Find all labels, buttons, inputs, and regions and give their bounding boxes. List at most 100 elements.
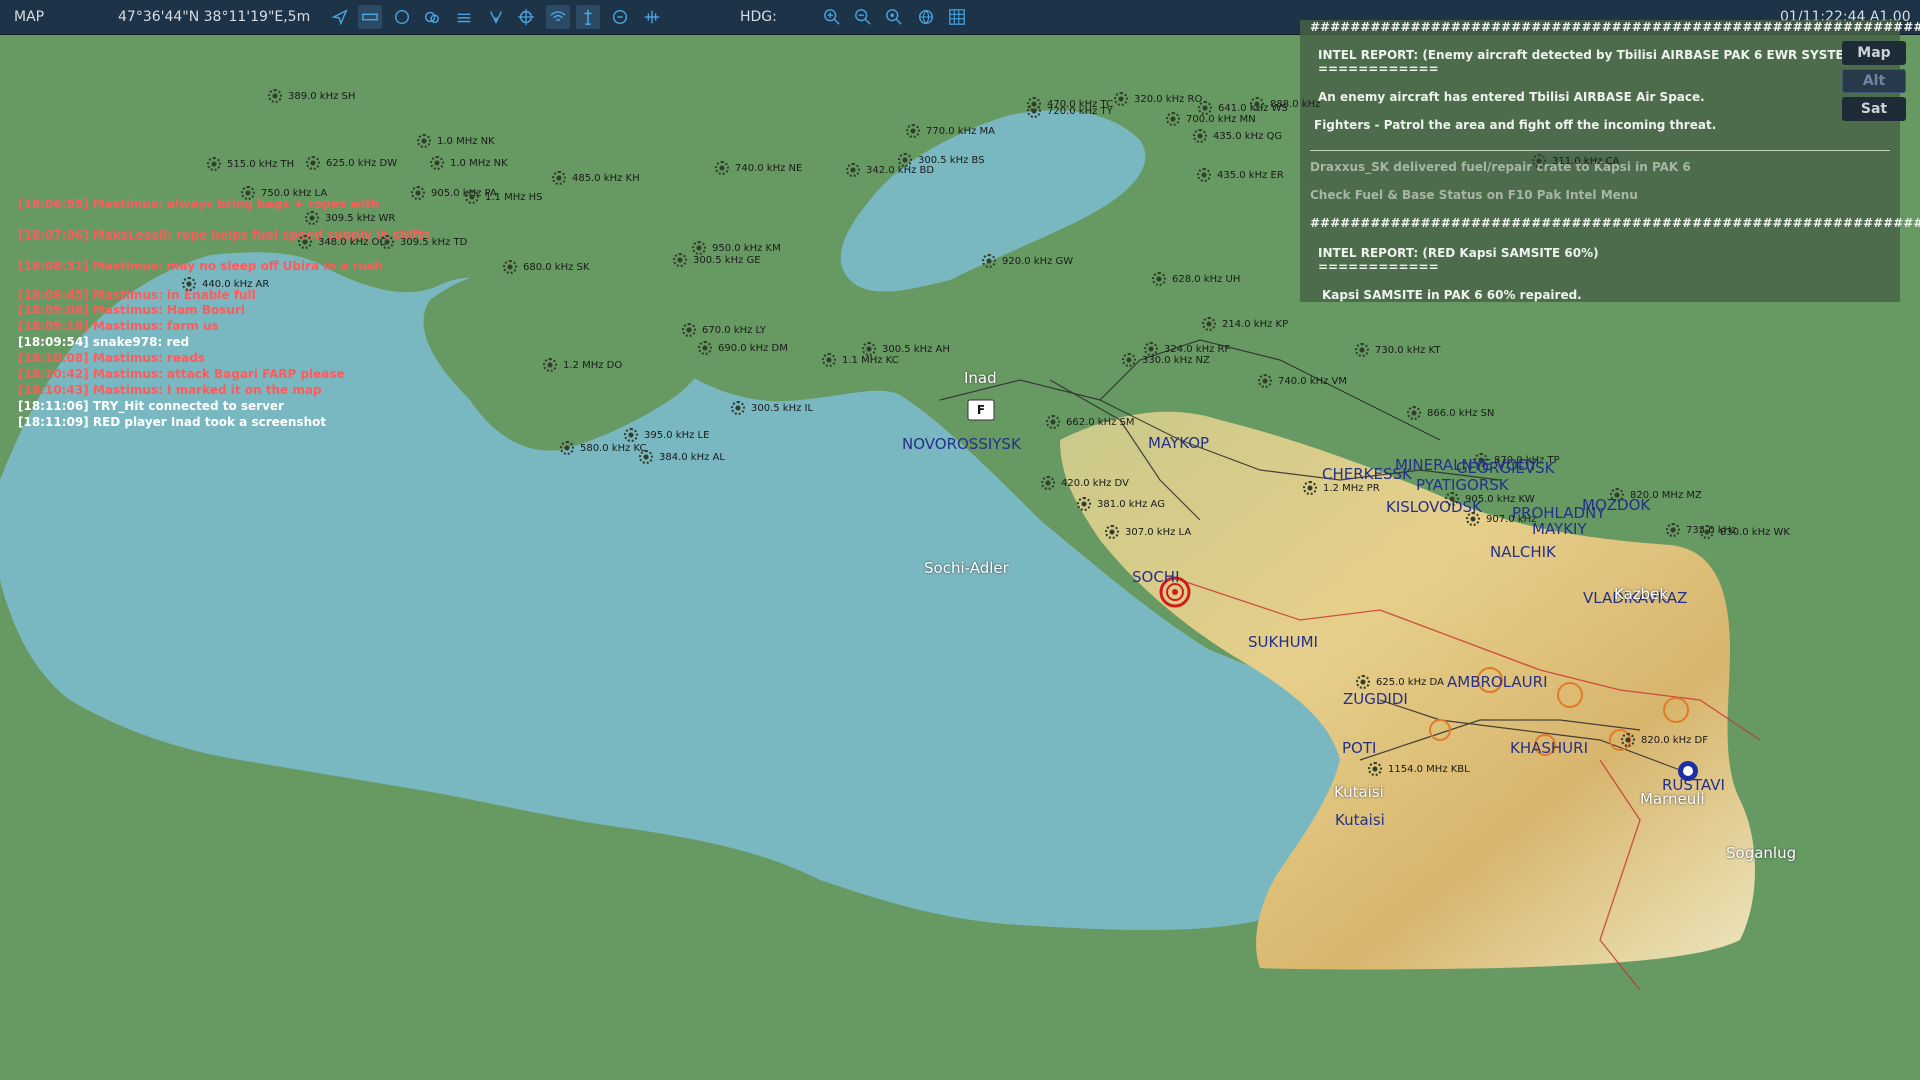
beacon[interactable]: 662.0 kHz SM <box>1046 415 1135 429</box>
beacon[interactable]: 820.0 kHz DF <box>1621 733 1708 747</box>
beacon-icon <box>1407 406 1421 420</box>
beacon[interactable]: 384.0 kHz AL <box>639 450 725 464</box>
beacon-icon <box>1621 733 1635 747</box>
beacon[interactable]: 770.0 kHz MA <box>906 124 995 138</box>
airfield-label[interactable]: Marneuli <box>1640 790 1705 808</box>
beacon[interactable]: 420.0 kHz DV <box>1041 476 1129 490</box>
globe-icon[interactable] <box>914 5 938 29</box>
beacon[interactable]: 381.0 kHz AG <box>1077 497 1165 511</box>
beacon-icon <box>1122 353 1136 367</box>
city-label: ZUGDIDI <box>1343 690 1408 708</box>
beacon[interactable]: 680.0 kHz SK <box>503 260 589 274</box>
circle-tool-icon[interactable] <box>390 5 414 29</box>
beacon-icon <box>380 235 394 249</box>
beacon-icon <box>1202 317 1216 331</box>
zoom-out-icon[interactable] <box>851 5 875 29</box>
beacon[interactable]: 320.0 kHz RO <box>1114 92 1202 106</box>
airfield-label[interactable]: Sochi-Adler <box>924 559 1009 577</box>
airfield-label[interactable]: Kutaisi <box>1334 783 1384 801</box>
airfield-label[interactable]: Soganlug <box>1726 844 1796 862</box>
beacon-icon <box>1258 374 1272 388</box>
grid-icon[interactable] <box>945 5 969 29</box>
beacon[interactable]: 515.0 kHz TH <box>207 157 294 171</box>
beacon[interactable]: 389.0 kHz SH <box>268 89 355 103</box>
beacon[interactable]: 866.0 kHz SN <box>1407 406 1494 420</box>
airfield-label[interactable]: Kazbek <box>1614 585 1668 603</box>
beacon[interactable]: 720.0 kHz TY <box>1027 104 1113 118</box>
beacon[interactable]: 628.0 kHz UH <box>1152 272 1240 286</box>
beacon[interactable]: 1.1 MHz HS <box>465 190 543 204</box>
beacon-icon <box>1114 92 1128 106</box>
beacon[interactable]: 300.5 kHz BS <box>898 153 985 167</box>
beacon-icon <box>639 450 653 464</box>
beacon[interactable]: 435.0 kHz QG <box>1193 129 1282 143</box>
beacon[interactable]: 740.0 kHz VM <box>1258 374 1347 388</box>
beacon-icon <box>1700 525 1714 539</box>
beacon[interactable]: 690.0 kHz DM <box>698 341 788 355</box>
beacon[interactable]: 300.5 kHz IL <box>731 401 813 415</box>
alt-view-button[interactable]: Alt <box>1842 69 1906 93</box>
network-icon[interactable] <box>484 5 508 29</box>
beacon[interactable]: 920.0 kHz GW <box>982 254 1073 268</box>
beacon[interactable]: 1.2 MHz PR <box>1303 481 1380 495</box>
beacon[interactable]: 580.0 kHz KC <box>560 441 647 455</box>
beacon[interactable]: 700.0 kHz MN <box>1166 112 1256 126</box>
crosshair-icon[interactable] <box>514 5 538 29</box>
beacon[interactable]: 1.1 MHz KC <box>822 353 899 367</box>
weather-icon[interactable] <box>420 5 444 29</box>
zoom-fit-icon[interactable] <box>882 5 906 29</box>
beacon[interactable]: 485.0 kHz KH <box>552 171 640 185</box>
beacon-icon <box>822 353 836 367</box>
beacon[interactable]: 670.0 kHz LY <box>682 323 766 337</box>
navigate-icon[interactable] <box>328 5 352 29</box>
city-label: GEORGIEVSK <box>1456 459 1555 477</box>
beacon[interactable]: 214.0 kHz KP <box>1202 317 1288 331</box>
beacon[interactable]: 395.0 kHz LE <box>624 428 709 442</box>
beacon[interactable]: 440.0 kHz AR <box>182 277 269 291</box>
beacon[interactable]: 1.0 MHz NK <box>417 134 495 148</box>
beacon[interactable]: 625.0 kHz DW <box>306 156 397 170</box>
beacon-icon <box>698 341 712 355</box>
sat-view-button[interactable]: Sat <box>1842 97 1906 121</box>
beacon[interactable]: 309.5 kHz TD <box>380 235 467 249</box>
beacon[interactable]: 311.0 kHz CA <box>1532 154 1619 168</box>
beacon[interactable]: 309.5 kHz WR <box>305 211 395 225</box>
farp-icon[interactable]: F <box>967 399 995 421</box>
city-label: MAYKOP <box>1148 434 1210 452</box>
beacon[interactable]: 307.0 kHz LA <box>1105 525 1191 539</box>
map-mode-label[interactable]: MAP <box>14 9 44 25</box>
beacon-icon <box>731 401 745 415</box>
beacon-icon <box>298 235 312 249</box>
beacon[interactable]: 1.2 MHz DO <box>543 358 622 372</box>
fog-icon[interactable] <box>452 5 476 29</box>
beacon-icon <box>1046 415 1060 429</box>
beacon[interactable]: 348.0 kHz OC <box>298 235 386 249</box>
beacon-icon <box>417 134 431 148</box>
beacon[interactable]: 888.0 kHz <box>1250 97 1320 111</box>
zoom-in-icon[interactable] <box>820 5 844 29</box>
map-view-button[interactable]: Map <box>1842 41 1906 65</box>
beacon-icon <box>715 161 729 175</box>
spectrum-icon[interactable] <box>640 5 664 29</box>
intel-divider <box>1310 150 1890 151</box>
beacon[interactable]: 300.5 kHz GE <box>673 253 761 267</box>
beacon-icon <box>1666 523 1680 537</box>
beacon[interactable]: 830.0 kHz WK <box>1700 525 1790 539</box>
chat-bubble-icon[interactable] <box>608 5 632 29</box>
beacon[interactable]: 435.0 kHz ER <box>1197 168 1284 182</box>
city-label: SUKHUMI <box>1248 633 1318 651</box>
beacon-icon <box>898 153 912 167</box>
ruler-icon[interactable] <box>358 5 382 29</box>
beacon[interactable]: 730.0 kHz KT <box>1355 343 1440 357</box>
tower-icon[interactable] <box>576 5 600 29</box>
beacon[interactable]: 1.0 MHz NK <box>430 156 508 170</box>
player-label: Inad <box>964 369 997 387</box>
beacon[interactable]: 625.0 kHz DA <box>1356 675 1444 689</box>
city-label: AMBROLAURI <box>1447 673 1548 691</box>
beacon[interactable]: 740.0 kHz NE <box>715 161 802 175</box>
beacon-icon <box>182 277 196 291</box>
beacon[interactable]: 1154.0 MHz KBL <box>1368 762 1470 776</box>
wifi-icon[interactable] <box>546 5 570 29</box>
beacon[interactable]: 330.0 kHz NZ <box>1122 353 1210 367</box>
beacon[interactable]: 750.0 kHz LA <box>241 186 327 200</box>
